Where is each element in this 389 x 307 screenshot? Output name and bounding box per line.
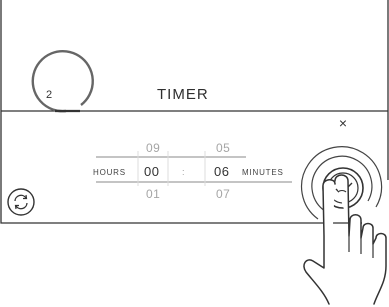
hours-next[interactable]: 01: [146, 187, 160, 201]
minutes-next[interactable]: 07: [216, 187, 230, 201]
minutes-prev[interactable]: 05: [216, 141, 230, 155]
minutes-value[interactable]: 06: [214, 164, 229, 179]
reset-icon: [7, 188, 35, 216]
time-separator: :: [182, 167, 185, 177]
pointing-hand-icon: [303, 174, 387, 305]
hours-value[interactable]: 00: [144, 164, 159, 179]
hours-prev[interactable]: 09: [146, 141, 160, 155]
minutes-label: MINUTES: [242, 168, 284, 177]
reset-button[interactable]: [6, 187, 36, 217]
hours-label: HOURS: [93, 168, 126, 177]
